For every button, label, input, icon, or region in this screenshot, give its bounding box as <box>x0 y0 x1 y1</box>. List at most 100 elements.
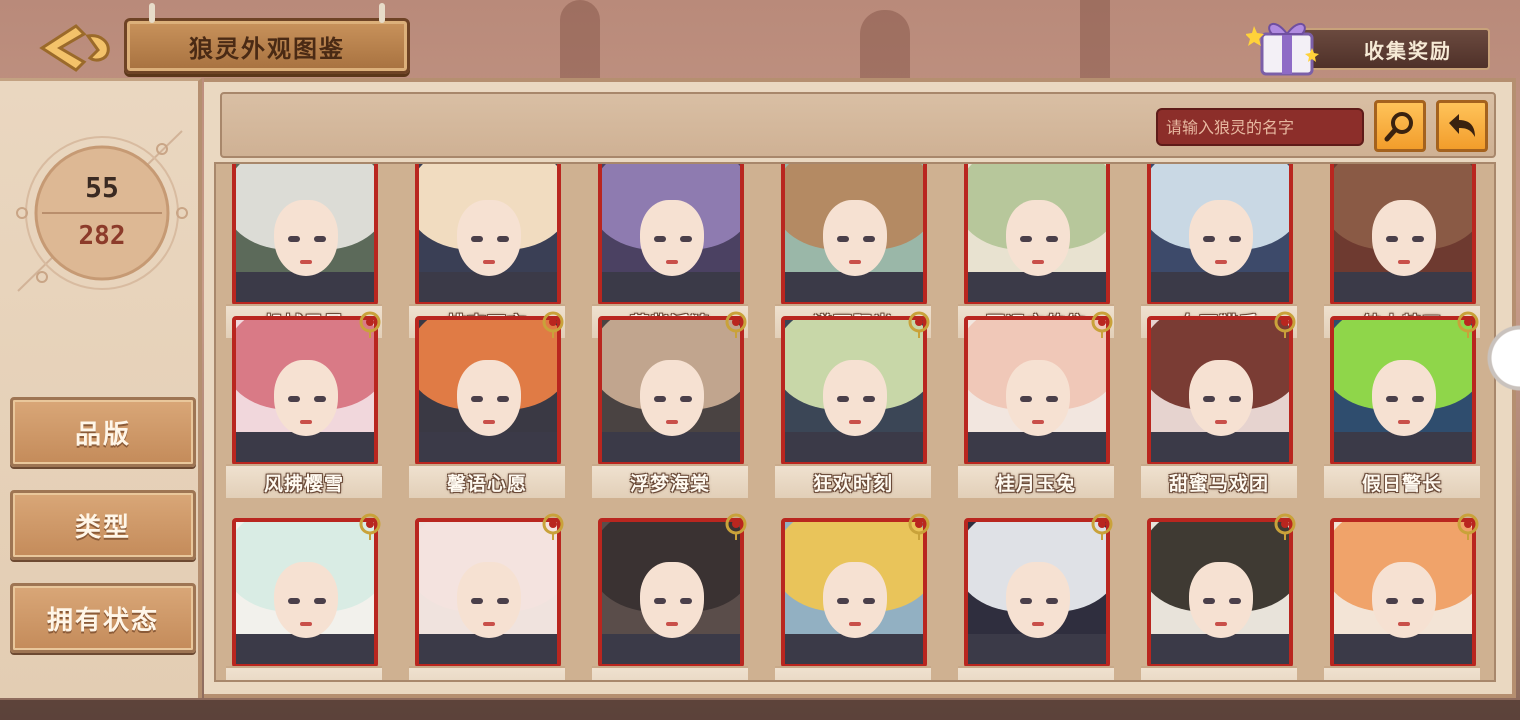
skin-card[interactable] <box>1141 513 1297 680</box>
portrait-mouth <box>1032 420 1044 424</box>
portrait-face <box>457 200 521 276</box>
gift-box-icon <box>1246 22 1319 76</box>
portrait-body <box>236 272 374 302</box>
portrait-eye <box>680 396 692 402</box>
skin-card[interactable]: 假日警长 <box>1324 311 1480 500</box>
portrait-eye <box>1203 236 1215 242</box>
portrait-eye <box>837 236 849 242</box>
portrait-eye <box>863 236 875 242</box>
portrait-eye <box>471 598 483 604</box>
portrait-mouth <box>1215 420 1227 424</box>
skin-portrait[interactable] <box>964 164 1110 306</box>
skin-portrait[interactable] <box>964 316 1110 466</box>
skin-card[interactable]: 风拂樱雪 <box>226 311 382 500</box>
collect-reward-button[interactable]: 收集奖励 <box>1246 20 1490 76</box>
portrait-body <box>602 432 740 462</box>
filter-type-label: 类型 <box>74 512 131 543</box>
collection-counter: 55 282 <box>12 121 192 311</box>
filter-quality-label: 品版 <box>74 419 131 450</box>
portrait-mouth <box>1398 260 1410 264</box>
skin-portrait[interactable] <box>232 518 378 668</box>
portrait-eye <box>288 598 300 604</box>
portrait-eye <box>1386 598 1398 604</box>
portrait-mouth <box>1032 260 1044 264</box>
skin-card[interactable] <box>409 513 565 680</box>
search-input[interactable] <box>1156 108 1364 146</box>
skin-portrait[interactable] <box>232 316 378 466</box>
portrait-body <box>419 634 557 664</box>
portrait-face <box>274 562 338 638</box>
portrait-eye <box>1020 598 1032 604</box>
skin-portrait[interactable] <box>232 164 378 306</box>
portrait-eye <box>1020 396 1032 402</box>
skin-card[interactable]: 浮梦海棠 <box>592 311 748 500</box>
return-button[interactable] <box>1436 100 1488 152</box>
portrait-face <box>640 562 704 638</box>
filter-ownership-button[interactable]: 拥有状态 <box>10 583 196 653</box>
skin-card[interactable]: 桂月玉兔 <box>958 311 1114 500</box>
skin-portrait[interactable] <box>598 164 744 306</box>
portrait-eye <box>654 396 666 402</box>
top-bar: 狼灵外观图鉴 收集奖励 <box>0 0 1520 80</box>
skin-portrait[interactable] <box>781 316 927 466</box>
skin-portrait[interactable] <box>781 164 927 306</box>
skin-portrait[interactable] <box>415 316 561 466</box>
search-button[interactable] <box>1374 100 1426 152</box>
skin-portrait[interactable] <box>415 164 561 306</box>
skin-portrait[interactable] <box>1147 164 1293 306</box>
skin-portrait[interactable] <box>964 518 1110 668</box>
portrait-body <box>419 272 557 302</box>
magnifier-icon <box>1384 112 1413 142</box>
skin-card[interactable] <box>775 513 931 680</box>
skin-name-plate: 假日警长 <box>1324 464 1480 498</box>
skin-portrait[interactable] <box>415 518 561 668</box>
skin-card[interactable]: 馨语心愿 <box>409 311 565 500</box>
page-title-plank: 狼灵外观图鉴 <box>124 3 410 74</box>
portrait-body <box>1151 634 1289 664</box>
portrait-eye <box>680 236 692 242</box>
portrait-face <box>823 360 887 436</box>
skin-name-plate: 甜蜜马戏团 <box>1141 464 1297 498</box>
skin-portrait[interactable] <box>598 518 744 668</box>
skin-card[interactable] <box>1324 513 1480 680</box>
portrait-eye <box>1412 396 1424 402</box>
portrait-body <box>968 272 1106 302</box>
skin-card[interactable] <box>958 513 1114 680</box>
portrait-mouth <box>1032 622 1044 626</box>
portrait-eye <box>1412 236 1424 242</box>
portrait-eye <box>863 396 875 402</box>
skin-name-plate: 狂欢时刻 <box>775 464 931 498</box>
scroll-handle[interactable] <box>1480 318 1520 398</box>
skin-portrait[interactable] <box>598 316 744 466</box>
portrait-body <box>968 432 1106 462</box>
portrait-face <box>1372 360 1436 436</box>
skin-card[interactable] <box>592 513 748 680</box>
portrait-eye <box>497 236 509 242</box>
skin-card[interactable] <box>226 513 382 680</box>
portrait-mouth <box>300 622 312 626</box>
skin-portrait[interactable] <box>1147 518 1293 668</box>
skin-card[interactable]: 狂欢时刻 <box>775 311 931 500</box>
skin-portrait[interactable] <box>1330 316 1476 466</box>
skin-name-plate <box>226 666 382 680</box>
skin-portrait[interactable] <box>1147 316 1293 466</box>
back-button[interactable] <box>36 22 116 74</box>
skin-portrait[interactable] <box>1330 164 1476 306</box>
filter-type-button[interactable]: 类型 <box>10 490 196 560</box>
portrait-eye <box>314 236 326 242</box>
lucky-knot-icon <box>1457 311 1479 338</box>
portrait-eye <box>1203 598 1215 604</box>
skin-name: 风拂樱雪 <box>263 472 344 495</box>
skin-portrait[interactable] <box>1330 518 1476 668</box>
filter-quality-button[interactable]: 品版 <box>10 397 196 467</box>
portrait-body <box>236 634 374 664</box>
portrait-eye <box>1229 598 1241 604</box>
lucky-knot-icon <box>908 311 930 338</box>
skin-name-plate <box>592 666 748 680</box>
portrait-mouth <box>849 260 861 264</box>
skin-name-plate <box>775 666 931 680</box>
skin-name-plate <box>958 666 1114 680</box>
skin-portrait[interactable] <box>781 518 927 668</box>
skin-card[interactable]: 甜蜜马戏团 <box>1141 311 1297 500</box>
lucky-knot-icon <box>1274 311 1296 338</box>
